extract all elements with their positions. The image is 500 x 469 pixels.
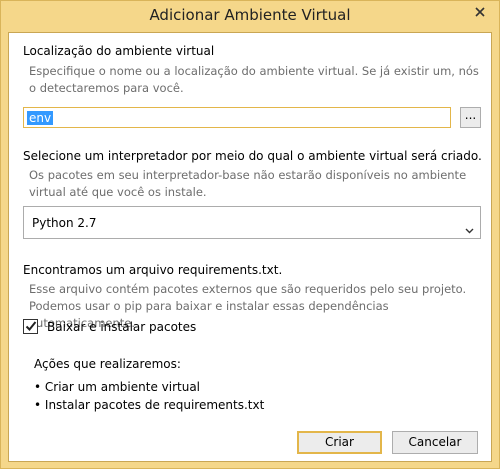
location-input-value: env: [27, 111, 54, 125]
install-packages-label[interactable]: Baixar e instalar pacotes: [47, 320, 196, 334]
window-title: Adicionar Ambiente Virtual: [149, 6, 351, 24]
create-button[interactable]: Criar: [297, 431, 382, 454]
chevron-down-icon: [465, 219, 474, 238]
actions-heading: Ações que realizaremos:: [34, 357, 181, 371]
interpreter-description: Os pacotes em seu interpretador-base não…: [29, 168, 467, 199]
interpreter-select[interactable]: Python 2.7: [23, 206, 481, 239]
dialog-content: Localização do ambiente virtual Especifi…: [8, 32, 492, 462]
close-button[interactable]: [467, 2, 493, 22]
close-icon: [475, 7, 485, 17]
cancel-button[interactable]: Cancelar: [392, 431, 478, 454]
location-input[interactable]: env: [23, 107, 451, 128]
location-description: Especifique o nome ou a localização do a…: [29, 64, 479, 95]
action-item: • Instalar pacotes de requirements.txt: [34, 398, 265, 412]
location-heading: Localização do ambiente virtual: [23, 44, 215, 58]
interpreter-selected-value: Python 2.7: [32, 216, 97, 230]
requirements-heading: Encontramos um arquivo requirements.txt.: [23, 263, 283, 277]
browse-button[interactable]: ...: [460, 107, 481, 128]
title-bar[interactable]: Adicionar Ambiente Virtual: [1, 1, 499, 31]
dialog-window: Adicionar Ambiente Virtual Localização d…: [0, 0, 500, 469]
interpreter-heading: Selecione um interpretador por meio do q…: [23, 149, 482, 163]
action-item: • Criar um ambiente virtual: [34, 380, 201, 394]
install-packages-checkbox[interactable]: [23, 319, 38, 334]
